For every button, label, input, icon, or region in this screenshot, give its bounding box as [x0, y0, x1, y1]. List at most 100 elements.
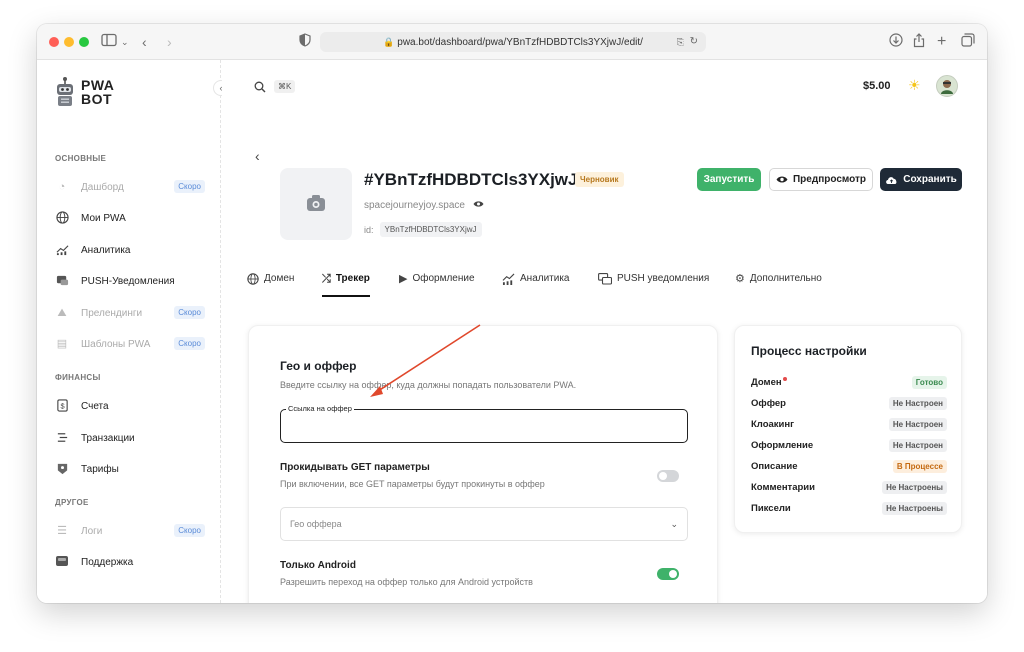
save-label: Сохранить — [903, 174, 957, 185]
sidebar-item-logs[interactable]: ☰ Логи Скоро — [55, 522, 205, 540]
reload-icon[interactable]: ↻ — [690, 32, 698, 52]
sidebar-item-label: Дашборд — [81, 181, 124, 193]
id-label: id: — [364, 224, 374, 235]
address-bar[interactable]: 🔒 pwa.bot/dashboard/pwa/YBnTzfHDBDTCls3YX… — [320, 32, 706, 52]
tab-analytics[interactable]: Аналитика — [502, 273, 570, 297]
tab-label: Домен — [264, 273, 295, 284]
offer-link-label: Ссылка на оффер — [286, 404, 354, 413]
support-icon — [55, 555, 69, 569]
privacy-shield-icon[interactable] — [299, 33, 311, 51]
sidebar-item-label: Логи — [81, 525, 103, 537]
back-button[interactable]: ‹ — [255, 148, 260, 164]
section-title-other: ДРУГОЕ — [55, 498, 89, 507]
process-row-label: Пиксели — [751, 503, 791, 514]
process-row-label: Комментарии — [751, 482, 815, 493]
avatar[interactable] — [936, 75, 958, 97]
process-row-offer: Оффер Не Настроен — [751, 397, 947, 412]
tab-label: Дополнительно — [749, 273, 822, 284]
status-badge: Готово — [911, 376, 947, 389]
theme-toggle-sun-icon[interactable]: ☀ — [908, 77, 921, 94]
status-badge: Не Настроен — [888, 439, 947, 452]
tab-domain[interactable]: Домен — [247, 273, 294, 297]
process-row-cloaking: Клоакинг Не Настроен — [751, 418, 947, 433]
sidebar-item-support[interactable]: Поддержка — [55, 553, 205, 571]
preview-label: Предпросмотр — [792, 174, 867, 185]
offer-link-input[interactable]: Ссылка на оффер — [280, 404, 688, 443]
sidebar-item-dashboard[interactable]: ◔ Дашборд Скоро — [55, 178, 205, 196]
sidebar-item-push[interactable]: PUSH-Уведомления — [55, 272, 205, 290]
geo-offer-select[interactable]: Гео оффера ⌄ — [280, 507, 688, 541]
status-badge: Не Настроен — [888, 397, 947, 410]
browser-window: ⌄ ‹ › 🔒 pwa.bot/dashboard/pwa/YBnTzfHDBDT… — [37, 24, 987, 603]
eye-icon — [776, 176, 788, 183]
chevron-down-icon[interactable]: ⌄ — [121, 33, 129, 51]
sidebar-item-tariffs[interactable]: Тарифы — [55, 460, 205, 478]
pwa-domain: spacejourneyjoy.space — [364, 200, 484, 211]
tab-label: PUSH уведомления — [617, 273, 710, 284]
template-icon: ▤ — [56, 338, 68, 350]
process-row-label: Описание — [751, 461, 798, 472]
pwa-icon-upload[interactable] — [280, 168, 352, 240]
geo-offer-card: Гео и оффер Введите ссылку на оффер, куд… — [248, 325, 718, 603]
tab-design[interactable]: ▶ Оформление — [399, 273, 475, 297]
maximize-window-button[interactable] — [79, 37, 89, 47]
camera-icon — [307, 195, 325, 211]
android-only-toggle[interactable] — [657, 568, 679, 580]
tab-advanced[interactable]: ⚙ Дополнительно — [735, 273, 822, 297]
sidebar-item-my-pwa[interactable]: Мои PWA — [55, 209, 205, 227]
process-row-label: Домен — [751, 377, 782, 388]
save-button[interactable]: Сохранить — [880, 168, 962, 191]
search-trigger[interactable]: ⌘K — [254, 80, 296, 93]
sidebar-item-label: Поддержка — [81, 556, 134, 568]
process-row-label: Оффер — [751, 398, 786, 409]
process-row-comments: Комментарии Не Настроены — [751, 481, 947, 496]
svg-text:$: $ — [60, 401, 64, 410]
analytics-icon — [502, 273, 515, 288]
search-icon — [254, 81, 266, 92]
sidebar-item-analytics[interactable]: Аналитика — [55, 241, 205, 259]
pwa-bot-logo[interactable]: PWA BOT — [55, 76, 114, 108]
id-value[interactable]: YBnTzfHDBDTCls3YXjwJ — [379, 222, 482, 237]
setup-process-title: Процесс настройки — [751, 344, 867, 358]
sidebar: PWA BOT ‹ ОСНОВНЫЕ ◔ Дашборд Скоро Мои P… — [37, 60, 229, 603]
chevron-left-icon: ‹ — [255, 148, 260, 164]
main-content: ⌘K $5.00 ☀ ‹ #YBnTzfHDBDTCls3YXjwJ Черно… — [222, 60, 987, 603]
process-row-pixels: Пиксели Не Настроены — [751, 502, 947, 517]
chat-icon — [598, 273, 613, 288]
sidebar-item-label: Аналитика — [81, 244, 131, 256]
geo-offer-placeholder: Гео оффера — [290, 519, 342, 529]
sidebar-item-prelanding[interactable]: ⛰ Прелендинги Скоро — [55, 304, 205, 322]
tab-push[interactable]: PUSH уведомления — [598, 273, 709, 297]
get-params-toggle[interactable] — [657, 470, 679, 482]
sidebar-item-label: Прелендинги — [81, 307, 143, 319]
process-row-description: Описание В Процессе — [751, 460, 947, 475]
domain-text: spacejourneyjoy.space — [364, 200, 465, 211]
download-icon[interactable] — [889, 33, 903, 51]
share-icon[interactable] — [913, 33, 925, 52]
tab-overview-icon[interactable] — [961, 33, 975, 51]
robot-logo-icon — [55, 76, 75, 108]
globe-icon — [247, 273, 259, 288]
address-url: pwa.bot/dashboard/pwa/YBnTzfHDBDTCls3YXj… — [397, 37, 643, 48]
balance[interactable]: $5.00 — [863, 80, 891, 92]
sidebar-item-templates[interactable]: ▤ Шаблоны PWA Скоро — [55, 335, 205, 353]
sidebar-item-label: Тарифы — [81, 463, 119, 475]
gear-icon: ⚙ — [735, 273, 745, 285]
preview-button[interactable]: Предпросмотр — [769, 168, 873, 191]
tab-tracker[interactable]: ⤮ Трекер — [322, 273, 370, 297]
forward-nav-icon[interactable]: › — [167, 33, 172, 51]
logo-line2: BOT — [81, 91, 113, 107]
eye-icon[interactable] — [473, 200, 484, 210]
analytics-icon — [55, 243, 69, 257]
run-button[interactable]: Запустить — [697, 168, 761, 191]
back-nav-icon[interactable]: ‹ — [142, 33, 147, 51]
process-row-design: Оформление Не Настроен — [751, 439, 947, 454]
sidebar-toggle-icon[interactable] — [101, 33, 117, 51]
close-window-button[interactable] — [49, 37, 59, 47]
translate-icon[interactable]: ⎘ — [677, 32, 684, 52]
sidebar-item-transactions[interactable]: Транзакции — [55, 429, 205, 447]
new-tab-icon[interactable]: + — [937, 33, 946, 51]
sidebar-item-invoices[interactable]: $ Счета — [55, 397, 205, 415]
minimize-window-button[interactable] — [64, 37, 74, 47]
logs-icon: ☰ — [57, 525, 67, 537]
